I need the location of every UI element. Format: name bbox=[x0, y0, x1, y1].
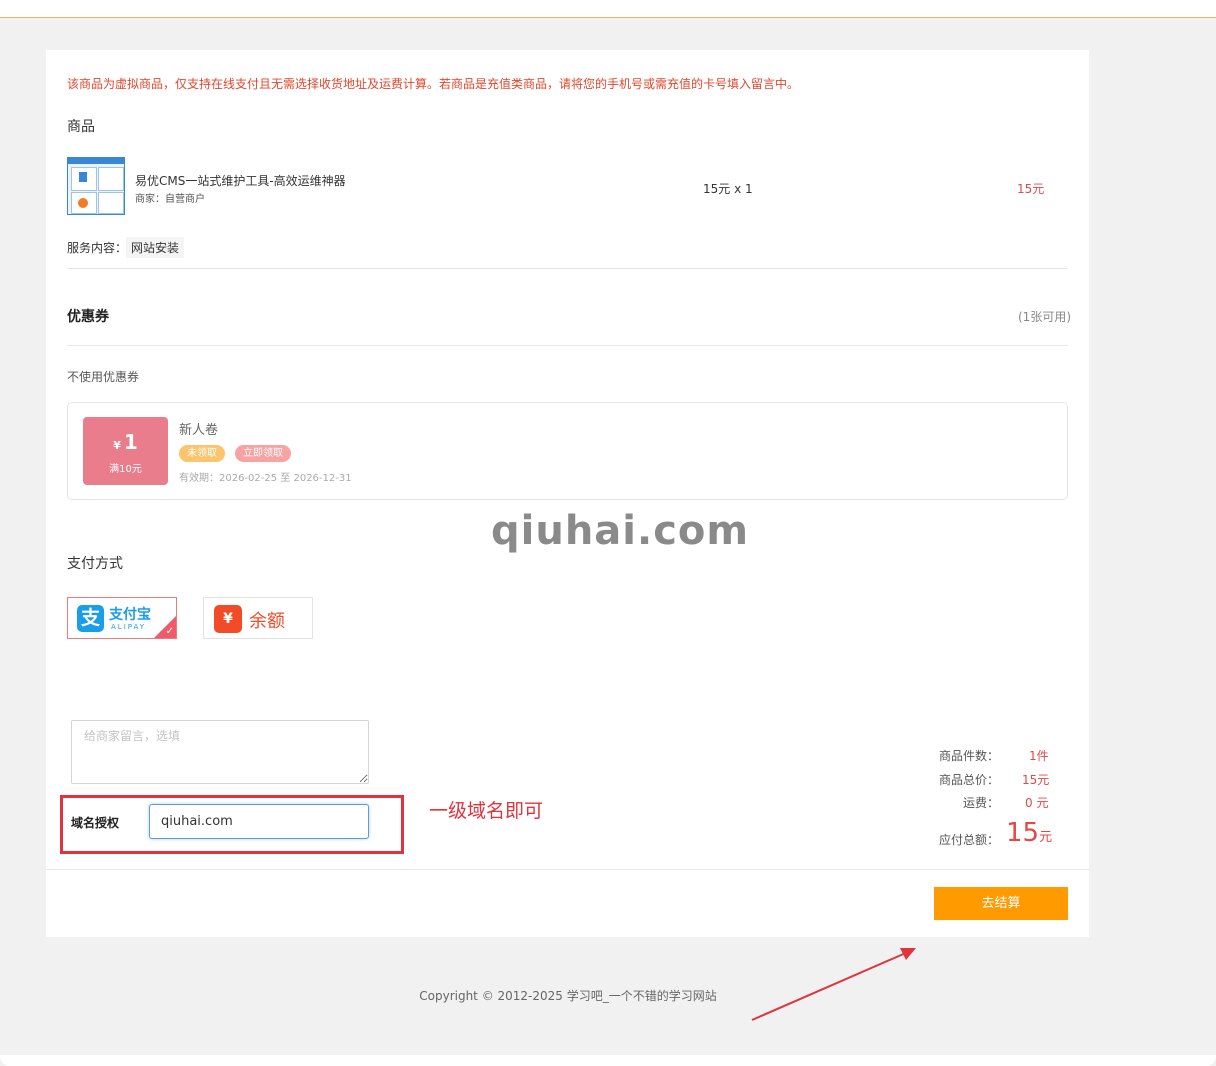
domain-annotation: 一级域名即可 bbox=[429, 800, 544, 822]
goods-total-value: 15元 bbox=[1022, 773, 1050, 787]
red-arrow-annotation bbox=[751, 948, 916, 1021]
domain-input[interactable] bbox=[149, 804, 369, 839]
coupon-status-badge: 未领取 bbox=[179, 445, 225, 462]
coupon-amount-value: 1 bbox=[123, 430, 138, 454]
coupon-value-block: ¥1 满10元 bbox=[83, 417, 168, 485]
goods-section-title: 商品 bbox=[67, 119, 95, 135]
claim-coupon-button[interactable]: 立即领取 bbox=[235, 445, 291, 462]
product-name[interactable]: 易优CMS一站式维护工具-高效运维神器 bbox=[135, 172, 346, 189]
product-subtotal: 15元 bbox=[1017, 182, 1045, 196]
payable-amount: 15 bbox=[1006, 818, 1040, 848]
footer-copyright: Copyright © 2012-2025 学习吧_一个不错的学习网站 bbox=[419, 989, 717, 1003]
order-card: 该商品为虚拟商品，仅支持在线支付且无需选择收货地址及运费计算。若商品是充值类商品… bbox=[46, 50, 1089, 937]
payment-option-balance[interactable]: ¥ 余额 bbox=[203, 597, 313, 639]
watermark: qiuhai.com bbox=[491, 508, 750, 554]
balance-label: 余额 bbox=[249, 611, 285, 632]
divider bbox=[67, 345, 1068, 346]
alipay-sublabel: ALIPAY bbox=[111, 623, 147, 631]
items-count-value: 1件 bbox=[1029, 749, 1049, 763]
top-header-bar bbox=[0, 0, 1216, 18]
page-bottom-edge bbox=[0, 1055, 1216, 1066]
service-content-label: 服务内容： bbox=[67, 241, 128, 255]
coupon-section-title: 优惠券 bbox=[67, 309, 109, 325]
check-icon: ✓ bbox=[165, 626, 174, 637]
shipping-label: 运费： bbox=[962, 796, 999, 810]
coupon-condition: 满10元 bbox=[109, 464, 142, 475]
coupon-available-count: (1张可用) bbox=[1018, 310, 1071, 324]
domain-auth-label: 域名授权 bbox=[71, 816, 120, 830]
divider bbox=[46, 869, 1089, 870]
payable-label: 应付总额： bbox=[938, 833, 999, 847]
product-price-qty: 15元 x 1 bbox=[703, 182, 753, 196]
coupon-validity: 有效期：2026-02-25 至 2026-12-31 bbox=[179, 473, 352, 484]
product-thumbnail[interactable] bbox=[67, 157, 125, 215]
payable-unit: 元 bbox=[1039, 830, 1053, 845]
payable-total: 15元 bbox=[1006, 818, 1052, 848]
message-textarea[interactable] bbox=[71, 720, 369, 784]
divider bbox=[67, 268, 1068, 269]
checkout-button[interactable]: 去结算 bbox=[934, 887, 1068, 920]
alipay-label: 支付宝 bbox=[109, 607, 151, 623]
product-seller: 商家：自营商户 bbox=[135, 194, 205, 205]
goods-total-label: 商品总价： bbox=[938, 773, 999, 787]
payment-section-title: 支付方式 bbox=[67, 556, 123, 572]
payment-option-alipay[interactable]: 支 支付宝 ALIPAY ✓ bbox=[67, 597, 177, 639]
virtual-goods-notice: 该商品为虚拟商品，仅支持在线支付且无需选择收货地址及运费计算。若商品是充值类商品… bbox=[67, 77, 800, 91]
coupon-currency: ¥ bbox=[113, 439, 121, 452]
coupon-amount: ¥1 bbox=[83, 430, 168, 454]
shipping-value: 0 元 bbox=[1025, 796, 1049, 810]
alipay-icon: 支 bbox=[77, 605, 104, 632]
coupon-card[interactable]: ¥1 满10元 新人卷 未领取 立即领取 有效期：2026-02-25 至 20… bbox=[67, 402, 1068, 500]
coupon-name: 新人卷 bbox=[179, 423, 219, 438]
items-count-label: 商品件数： bbox=[938, 749, 999, 763]
no-coupon-option[interactable]: 不使用优惠券 bbox=[67, 368, 139, 385]
wallet-icon: ¥ bbox=[214, 605, 242, 633]
service-content-tag: 网站安装 bbox=[126, 237, 185, 258]
